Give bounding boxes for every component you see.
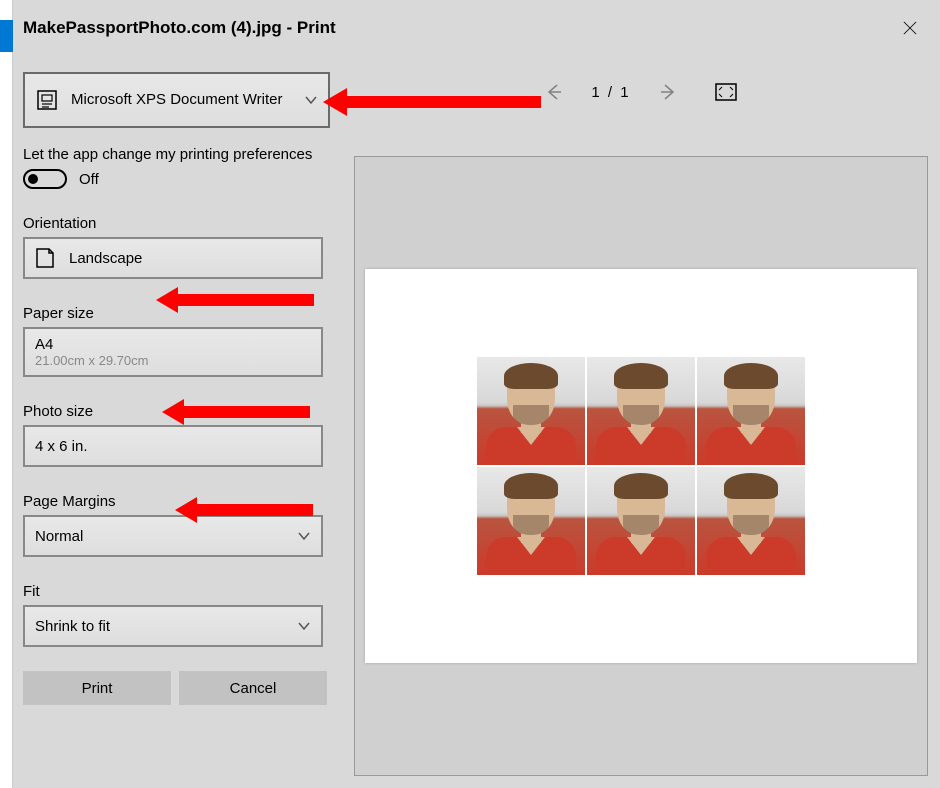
preferences-toggle-row: Off xyxy=(23,169,330,189)
close-button[interactable] xyxy=(896,14,924,42)
preferences-state: Off xyxy=(79,171,99,188)
cancel-button[interactable]: Cancel xyxy=(179,671,327,705)
chevron-down-icon xyxy=(297,529,311,543)
dialog-content: Microsoft XPS Document Writer Let the ap… xyxy=(13,50,940,788)
pagemargins-dropdown[interactable]: Normal xyxy=(23,515,323,557)
passport-photo xyxy=(587,467,695,575)
photosize-value: 4 x 6 in. xyxy=(35,438,297,455)
title-bar: MakePassportPhoto.com (4).jpg - Print xyxy=(13,0,940,52)
photosize-dropdown[interactable]: 4 x 6 in. xyxy=(23,425,323,467)
action-buttons: Print Cancel xyxy=(23,671,330,705)
pagemargins-value: Normal xyxy=(35,528,297,545)
page-landscape-icon xyxy=(35,247,55,269)
page-counter: 1 / 1 xyxy=(591,84,630,101)
page-navigation: 1 / 1 xyxy=(354,72,928,112)
passport-photo xyxy=(477,467,585,575)
papersize-dropdown[interactable]: A4 21.00cm x 29.70cm xyxy=(23,327,323,377)
passport-photo xyxy=(477,357,585,465)
preferences-toggle[interactable] xyxy=(23,169,67,189)
papersize-label: Paper size xyxy=(23,305,330,322)
settings-panel: Microsoft XPS Document Writer Let the ap… xyxy=(13,50,342,788)
fit-value: Shrink to fit xyxy=(35,618,297,635)
app-left-strip xyxy=(0,0,13,788)
preview-panel: 1 / 1 xyxy=(342,50,940,788)
orientation-value: Landscape xyxy=(69,250,297,267)
photo-grid xyxy=(477,357,805,575)
orientation-label: Orientation xyxy=(23,215,330,232)
preview-viewport[interactable] xyxy=(354,156,928,776)
orientation-dropdown[interactable]: Landscape xyxy=(23,237,323,279)
preferences-label: Let the app change my printing preferenc… xyxy=(23,146,330,163)
printer-name: Microsoft XPS Document Writer xyxy=(71,91,304,109)
app-accent-block xyxy=(0,20,13,52)
papersize-value: A4 xyxy=(35,336,53,353)
fit-label: Fit xyxy=(23,583,330,600)
chevron-down-icon xyxy=(297,619,311,633)
printer-dropdown[interactable]: Microsoft XPS Document Writer xyxy=(23,72,330,128)
printer-icon xyxy=(35,88,59,112)
next-page-button[interactable] xyxy=(659,83,677,101)
toggle-knob xyxy=(28,174,38,184)
prev-page-button[interactable] xyxy=(545,83,563,101)
dialog-title: MakePassportPhoto.com (4).jpg - Print xyxy=(23,18,336,38)
print-dialog: MakePassportPhoto.com (4).jpg - Print Mi… xyxy=(13,0,940,788)
pagemargins-label: Page Margins xyxy=(23,493,330,510)
passport-photo xyxy=(587,357,695,465)
photosize-label: Photo size xyxy=(23,403,330,420)
chevron-down-icon xyxy=(304,93,318,107)
print-button[interactable]: Print xyxy=(23,671,171,705)
passport-photo xyxy=(697,467,805,575)
fit-dropdown[interactable]: Shrink to fit xyxy=(23,605,323,647)
fit-to-window-button[interactable] xyxy=(715,83,737,101)
passport-photo xyxy=(697,357,805,465)
page-preview xyxy=(365,269,917,663)
close-icon xyxy=(903,21,917,35)
papersize-dimensions: 21.00cm x 29.70cm xyxy=(35,353,148,368)
